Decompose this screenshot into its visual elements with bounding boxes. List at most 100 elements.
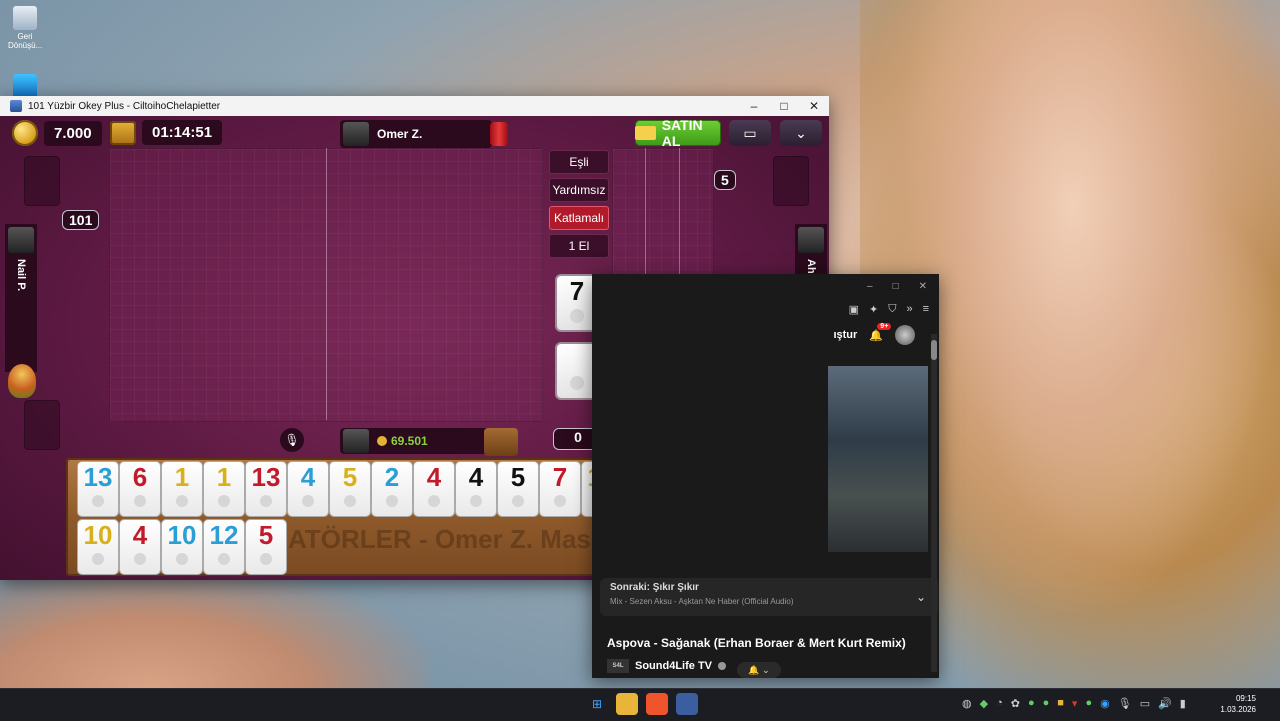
- chat-button[interactable]: ▭: [729, 120, 771, 146]
- microphone-icon: 🎙: [284, 433, 300, 447]
- gift-box-icon[interactable]: [484, 428, 518, 456]
- brave-browser-icon[interactable]: [646, 693, 668, 715]
- rack-tile[interactable]: 5: [246, 520, 286, 574]
- tray-app-icon[interactable]: ✿: [1011, 697, 1020, 710]
- tray-app-icon[interactable]: ◆: [980, 697, 988, 710]
- avatar[interactable]: [895, 325, 915, 345]
- coin-icon: [12, 120, 38, 146]
- rack-tile[interactable]: 12: [204, 520, 244, 574]
- desktop-icon-recycle-bin[interactable]: Geri Dönüşü...: [8, 6, 42, 50]
- rack-tile[interactable]: 13: [78, 462, 118, 516]
- tray-app-icon[interactable]: ■: [1057, 697, 1064, 710]
- close-icon[interactable]: ✕: [799, 99, 829, 113]
- tray-app-icon[interactable]: ◉: [1100, 697, 1110, 710]
- puzzle-icon[interactable]: ✦: [869, 303, 878, 316]
- channel-row[interactable]: S4L Sound4Life TV: [607, 659, 726, 673]
- browser-titlebar: – □ ✕: [592, 274, 939, 298]
- okey-game-icon[interactable]: [676, 693, 698, 715]
- rack-tile[interactable]: 1: [162, 462, 202, 516]
- draw-pile-tile[interactable]: [557, 344, 597, 398]
- rack-tile[interactable]: 4: [288, 462, 328, 516]
- extension-icon[interactable]: ▣: [849, 303, 859, 316]
- tray-app-icon[interactable]: ▾: [1072, 697, 1078, 710]
- rack-tile-number: 5: [342, 462, 358, 492]
- tray-app-icon[interactable]: ●: [1085, 697, 1092, 710]
- rack-table-label: ATÖRLER - Omer Z. Masası: [288, 524, 628, 554]
- up-next-subtitle: Mix - Sezen Aksu - Aşktan Ne Haber (Offi…: [610, 597, 794, 606]
- top-player-name: Omer Z.: [377, 127, 423, 141]
- scrollbar[interactable]: [931, 334, 937, 672]
- rack-tile-number: 7: [552, 462, 568, 492]
- indicator-tile-number: 7: [569, 276, 585, 306]
- rack-tile[interactable]: 4: [456, 462, 496, 516]
- clock-time: 09:15: [1235, 694, 1256, 703]
- chest-icon: [110, 120, 136, 145]
- rack-tile[interactable]: 2: [372, 462, 412, 516]
- rack-tile-number: 4: [300, 462, 316, 492]
- channel-logo: S4L: [607, 659, 629, 673]
- microphone-icon[interactable]: 🎙: [1118, 697, 1132, 710]
- minimize-icon[interactable]: –: [739, 99, 769, 113]
- coins-value: 7.000: [44, 120, 102, 146]
- subscribe-bell-button[interactable]: 🔔 ⌄: [737, 662, 781, 678]
- channel-name: Sound4Life TV: [635, 660, 712, 672]
- file-explorer-icon[interactable]: [616, 693, 638, 715]
- maximize-icon[interactable]: □: [769, 99, 799, 113]
- create-button[interactable]: ıştur: [833, 329, 857, 341]
- browser-window: – □ ✕ ▣ ✦ ⛉ » ≡ ıştur 🔔 9+ Sonraki: Şıkı…: [592, 274, 939, 678]
- notifications-button[interactable]: 🔔 9+: [869, 322, 892, 342]
- tray-app-icon[interactable]: ◍: [962, 697, 972, 710]
- battery-icon[interactable]: ▮: [1180, 697, 1186, 710]
- discard-slot-top-left[interactable]: [24, 156, 60, 206]
- more-chevrons-icon[interactable]: »: [906, 303, 912, 315]
- my-balance: 69.501: [391, 434, 428, 448]
- microphone-button[interactable]: 🎙: [280, 428, 304, 452]
- left-player-card[interactable]: Nail P.: [5, 224, 37, 372]
- rack-tile-number: 4: [426, 462, 442, 492]
- tray-app-icon[interactable]: ◔: [996, 697, 1003, 710]
- shield-icon[interactable]: ⛉: [888, 303, 896, 316]
- rack-tile[interactable]: 1: [204, 462, 244, 516]
- taskbar-apps: ⊞: [586, 693, 698, 715]
- menu-dropdown-button[interactable]: ⌄: [780, 120, 822, 146]
- indicator-tile: 7: [557, 276, 597, 330]
- rack-tile[interactable]: 10: [78, 520, 118, 574]
- hamburger-menu-icon[interactable]: ≡: [923, 303, 929, 315]
- buy-label: SATIN AL: [661, 117, 703, 149]
- rack-tile[interactable]: 4: [414, 462, 454, 516]
- rack-tile[interactable]: 4: [120, 520, 160, 574]
- close-icon[interactable]: ✕: [919, 281, 927, 292]
- tray-app-icon[interactable]: ●: [1043, 697, 1050, 710]
- discard-slot-top-right[interactable]: [773, 156, 809, 206]
- board-divider: [326, 148, 327, 420]
- rack-tile-number: 10: [83, 520, 113, 550]
- rack-tile[interactable]: 6: [120, 462, 160, 516]
- volume-icon[interactable]: 🔊: [1158, 697, 1172, 710]
- rack-tile[interactable]: 5: [498, 462, 538, 516]
- network-icon[interactable]: ▭: [1140, 697, 1150, 710]
- rack-tile[interactable]: 13: [246, 462, 286, 516]
- rack-tile[interactable]: 7: [540, 462, 580, 516]
- start-windows-icon[interactable]: ⊞: [586, 693, 608, 715]
- video-player[interactable]: [828, 366, 928, 552]
- rack-tile-number: 13: [251, 462, 281, 492]
- window-title: 101 Yüzbir Okey Plus - CiltoihoChelapiet…: [28, 100, 221, 112]
- minimize-icon[interactable]: –: [867, 281, 873, 292]
- rack-tile-number: 5: [510, 462, 526, 492]
- timer-value: 01:14:51: [142, 120, 223, 145]
- discard-slot-bottom-left[interactable]: [24, 400, 60, 450]
- buy-button[interactable]: SATIN AL: [635, 117, 721, 149]
- youtube-header: ıştur 🔔 9+: [592, 320, 939, 350]
- coins-display: 7.000: [12, 120, 102, 146]
- tray-app-icon[interactable]: ●: [1028, 697, 1035, 710]
- rack-tile[interactable]: 5: [330, 462, 370, 516]
- up-next-panel[interactable]: Sonraki: Şıkır Şıkır Mix - Sezen Aksu - …: [600, 578, 938, 616]
- clock[interactable]: 09:15 1.03.2026: [1220, 693, 1256, 715]
- chevron-down-icon[interactable]: ⌄: [916, 590, 926, 604]
- ticket-icon: [635, 126, 656, 140]
- rack-tile[interactable]: 10: [162, 520, 202, 574]
- maximize-icon[interactable]: □: [893, 281, 899, 292]
- red-tile-stack-icon: [490, 122, 508, 146]
- top-player-card[interactable]: Omer Z.: [340, 120, 492, 148]
- rack-tile-number: 1: [174, 462, 190, 492]
